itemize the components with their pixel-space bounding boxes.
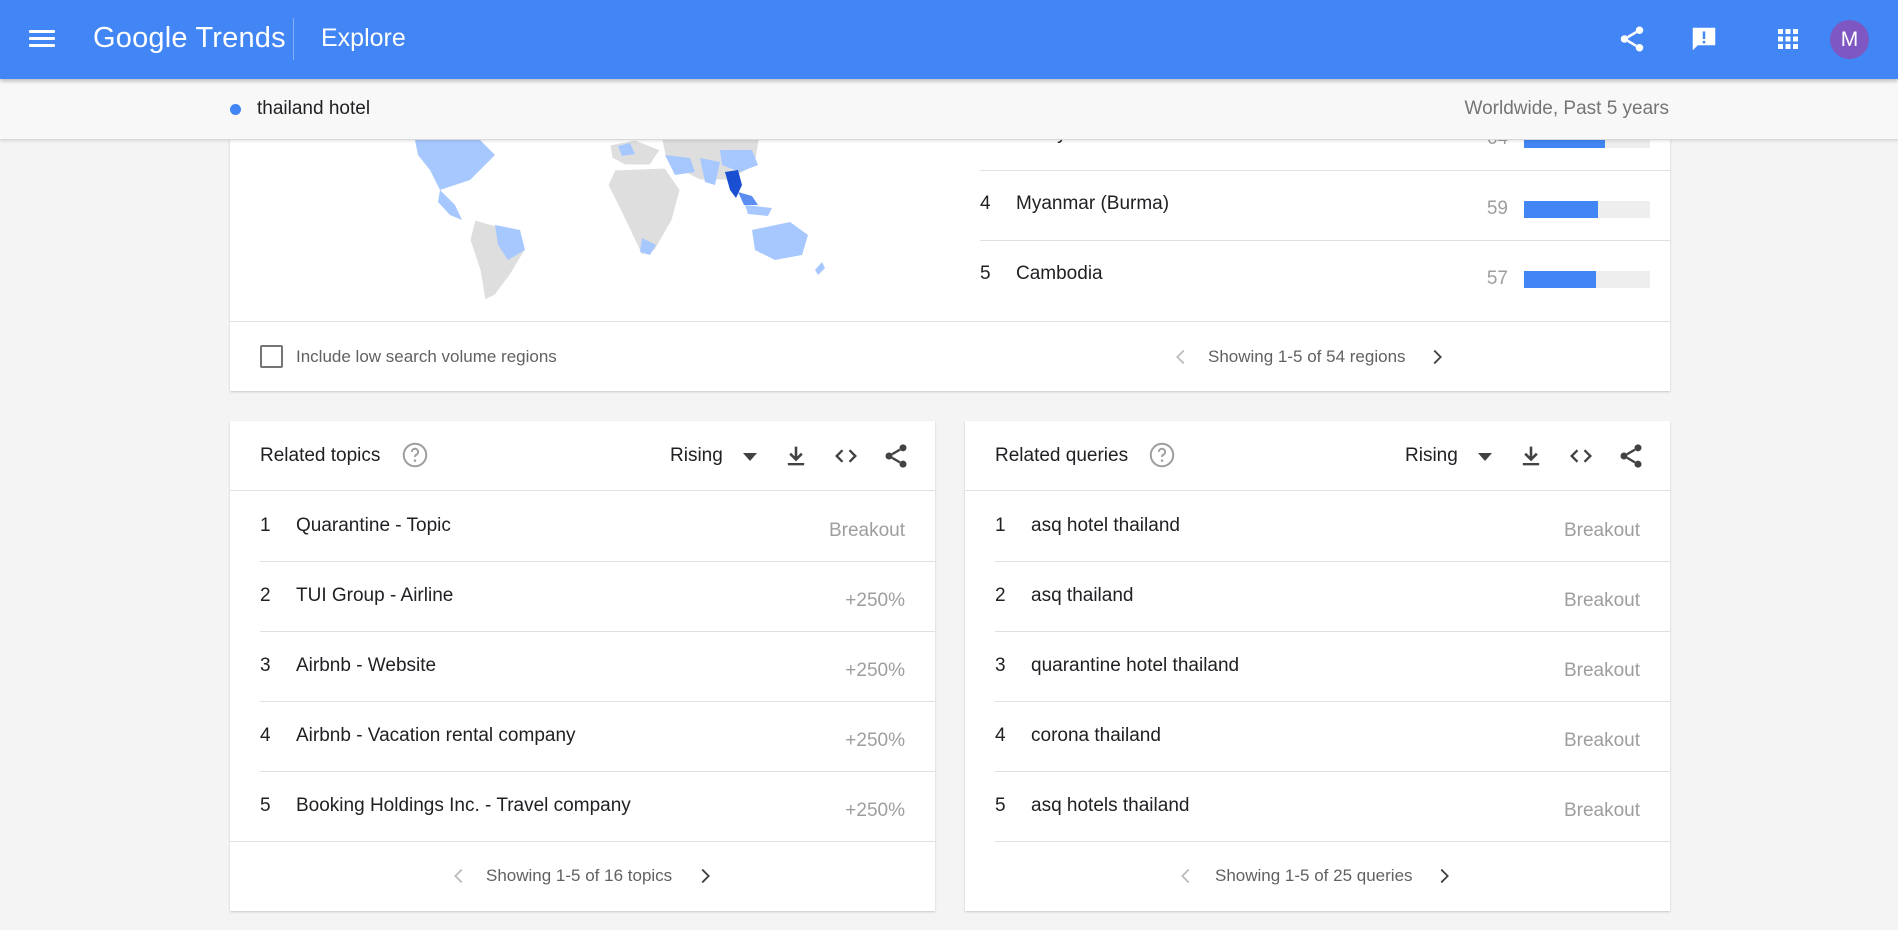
search-scope: Worldwide, Past 5 years (1464, 98, 1669, 119)
related-queries-mode-select[interactable]: Rising (1405, 445, 1458, 467)
item-rank: 3 (260, 655, 271, 676)
related-topics-mode-select[interactable]: Rising (670, 445, 723, 467)
chevron-left-icon[interactable] (448, 865, 470, 887)
download-icon[interactable] (1517, 442, 1545, 470)
item-label: Airbnb - Vacation rental company (296, 725, 576, 746)
region-value: 59 (1486, 198, 1508, 219)
list-item[interactable]: 3 quarantine hotel thailand Breakout (995, 631, 1670, 702)
low-volume-checkbox[interactable] (260, 345, 283, 368)
region-bar (1524, 201, 1650, 218)
item-value: Breakout (1563, 660, 1640, 681)
logo-google-text: Google (93, 22, 188, 54)
item-label: Airbnb - Website (296, 655, 437, 676)
queries-pager-text: Showing 1-5 of 25 queries (1215, 866, 1413, 885)
related-queries-footer: Showing 1-5 of 25 queries (965, 841, 1670, 911)
download-icon[interactable] (782, 442, 810, 470)
list-item[interactable]: 4 Airbnb - Vacation rental company +250% (260, 701, 935, 772)
apps-grid-icon[interactable] (1773, 24, 1803, 54)
item-label: Booking Holdings Inc. - Travel company (296, 795, 631, 816)
list-item[interactable]: 2 TUI Group - Airline +250% (260, 561, 935, 632)
share-icon[interactable] (1617, 24, 1647, 54)
region-bar (1524, 271, 1650, 288)
related-queries-title: Related queries (995, 445, 1129, 466)
regions-pager-text: Showing 1-5 of 54 regions (1208, 347, 1406, 366)
item-value: Breakout (1563, 520, 1640, 541)
item-rank: 5 (995, 795, 1006, 816)
list-item[interactable]: 3 Airbnb - Website +250% (260, 631, 935, 702)
item-rank: 5 (260, 795, 271, 816)
page-title: Explore (321, 24, 406, 52)
share-icon[interactable] (1617, 442, 1645, 470)
item-label: asq hotels thailand (1031, 795, 1190, 816)
region-row-cambodia[interactable]: 5 Cambodia 57 (980, 240, 1670, 310)
chevron-left-icon[interactable] (1170, 346, 1192, 368)
item-value: +250% (845, 730, 905, 751)
item-label: quarantine hotel thailand (1031, 655, 1240, 676)
item-value: +250% (845, 800, 905, 821)
item-label: TUI Group - Airline (296, 585, 454, 606)
google-trends-logo[interactable]: Google Trends (93, 22, 286, 55)
item-label: corona thailand (1031, 725, 1161, 746)
item-rank: 1 (260, 515, 271, 536)
related-queries-card: Related queries Rising 1 asq hotel thail… (965, 421, 1670, 911)
menu-icon[interactable] (29, 26, 55, 52)
chevron-left-icon[interactable] (1175, 865, 1197, 887)
related-topics-header: Related topics Rising (230, 421, 935, 491)
chevron-right-icon[interactable] (694, 865, 716, 887)
app-bar: Google Trends Explore M (0, 0, 1898, 79)
chevron-right-icon[interactable] (1433, 865, 1455, 887)
feedback-icon[interactable] (1689, 24, 1719, 54)
help-icon[interactable] (400, 440, 430, 470)
map-card-footer: Include low search volume regions Showin… (230, 321, 1670, 392)
item-rank: 4 (995, 725, 1006, 746)
appbar-divider (293, 18, 294, 60)
region-name: Cambodia (1016, 263, 1103, 284)
share-icon[interactable] (882, 442, 910, 470)
item-value: +250% (845, 660, 905, 681)
chevron-right-icon[interactable] (1426, 346, 1448, 368)
item-rank: 1 (995, 515, 1006, 536)
region-bar-fill (1524, 201, 1599, 218)
dropdown-arrow-icon[interactable] (742, 451, 758, 463)
region-value: 57 (1486, 268, 1508, 289)
embed-code-icon[interactable] (1567, 442, 1595, 470)
item-value: Breakout (1563, 590, 1640, 611)
region-row-myanmar[interactable]: 4 Myanmar (Burma) 59 (980, 170, 1670, 241)
item-value: +250% (845, 590, 905, 611)
item-rank: 2 (995, 585, 1006, 606)
interest-by-region-card: 3 Malaysia 64 4 Myanmar (Burma) 59 5 Cam… (230, 110, 1670, 391)
avatar[interactable]: M (1830, 20, 1869, 59)
item-value: Breakout (1563, 730, 1640, 751)
logo-trends-text: Trends (195, 22, 286, 54)
list-item[interactable]: 1 asq hotel thailand Breakout (995, 491, 1670, 562)
list-item[interactable]: 2 asq thailand Breakout (995, 561, 1670, 632)
related-topics-footer: Showing 1-5 of 16 topics (230, 841, 935, 911)
item-label: asq thailand (1031, 585, 1134, 606)
item-rank: 3 (995, 655, 1006, 676)
embed-code-icon[interactable] (832, 442, 860, 470)
region-rank: 4 (980, 193, 991, 214)
list-item[interactable]: 1 Quarantine - Topic Breakout (260, 491, 935, 562)
list-item[interactable]: 4 corona thailand Breakout (995, 701, 1670, 772)
related-topics-card: Related topics Rising 1 Quarantine - Top… (230, 421, 935, 911)
related-queries-header: Related queries Rising (965, 421, 1670, 491)
list-item[interactable]: 5 Booking Holdings Inc. - Travel company… (230, 771, 935, 842)
region-bar-fill (1524, 271, 1596, 288)
item-label: asq hotel thailand (1031, 515, 1180, 536)
item-value: Breakout (828, 520, 905, 541)
dropdown-arrow-icon[interactable] (1477, 451, 1493, 463)
list-item[interactable]: 5 asq hotels thailand Breakout (995, 771, 1670, 842)
related-topics-title: Related topics (260, 445, 381, 466)
low-volume-checkbox-label: Include low search volume regions (296, 347, 557, 366)
search-term[interactable]: thailand hotel (257, 98, 370, 120)
item-rank: 2 (260, 585, 271, 606)
topics-pager-text: Showing 1-5 of 16 topics (486, 866, 673, 885)
search-term-color-dot (230, 104, 241, 115)
help-icon[interactable] (1147, 440, 1177, 470)
region-rank: 5 (980, 263, 991, 284)
region-name: Myanmar (Burma) (1016, 193, 1170, 214)
item-label: Quarantine - Topic (296, 515, 451, 536)
item-rank: 4 (260, 725, 271, 746)
item-value: Breakout (1563, 800, 1640, 821)
